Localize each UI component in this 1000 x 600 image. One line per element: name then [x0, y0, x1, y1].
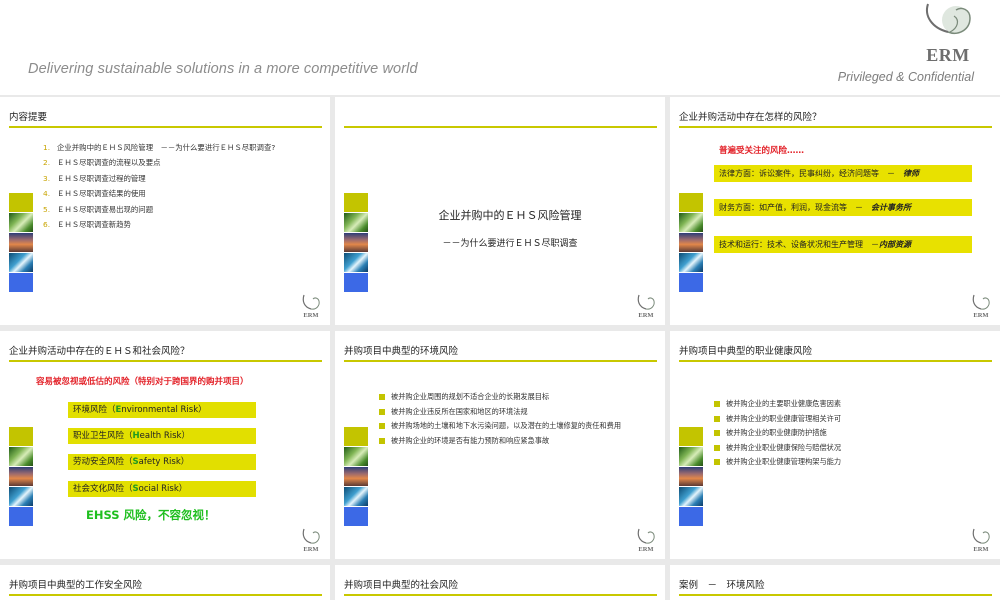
toc-item: 2. ＥＨＳ尽职调查的流程以及要点: [43, 158, 161, 168]
bullet-list: 被并购企业的主要职业健康危害因素 被并购企业的职业健康管理相关许可 被并购企业的…: [714, 399, 994, 472]
list-item: 被并购企业的职业健康管理相关许可: [714, 414, 994, 425]
erm-logo-icon: ERM: [970, 527, 992, 553]
slide-thumbnail-7[interactable]: 并购项目中典型的工作安全风险: [0, 565, 330, 600]
list-item: 被并购企业的环境是否有能力预防和响应紧急事故: [379, 436, 659, 447]
confidential-label: Privileged & Confidential: [837, 70, 974, 84]
photo-strip-icon: [344, 427, 368, 527]
list-item: 被并购场地的土壤和地下水污染问题，以及潜在的土壤修复的责任和费用: [379, 421, 659, 432]
slide-title: 企业并购活动中存在的ＥＨＳ和社会风险？: [9, 346, 190, 357]
risk-row: 法律方面：诉讼案件，民事纠纷，经济问题等 － 律师: [714, 165, 972, 182]
list-item: 被并购企业的职业健康防护措施: [714, 428, 994, 439]
erm-logo-icon: ERM: [300, 293, 322, 319]
risk-box: 社会文化风险（Social Risk）: [68, 481, 256, 497]
risk-box: 劳动安全风险（Safety Risk）: [68, 454, 256, 470]
photo-strip-icon: [344, 193, 368, 293]
list-item: 被并购企业违反所在国家和地区的环境法规: [379, 407, 659, 418]
title-divider: [679, 360, 992, 362]
slide-title: 企业并购活动中存在怎样的风险？: [679, 112, 822, 123]
slide-thumbnail-2[interactable]: 企业并购中的ＥＨＳ风险管理 －－为什么要进行ＥＨＳ尽职调查 ERM: [335, 97, 665, 325]
slide-thumbnail-8[interactable]: 并购项目中典型的社会风险: [335, 565, 665, 600]
risk-box: 环境风险（Environmental Risk）: [68, 402, 256, 418]
risk-heading: 普遍受关注的风险……: [719, 146, 805, 156]
toc-item: 6. ＥＨＳ尽职调查新趋势: [43, 219, 131, 229]
slide-thumbnail-4[interactable]: 企业并购活动中存在的ＥＨＳ和社会风险？ 容易被忽视或低估的风险（特别对于跨国界的…: [0, 331, 330, 559]
title-divider: [9, 360, 322, 362]
photo-strip-icon: [679, 427, 703, 527]
erm-logo-icon: ERM: [918, 2, 978, 66]
list-item: 被并购企业的主要职业健康危害因素: [714, 399, 994, 410]
toc-item: 5. ＥＨＳ尽职调查易出现的问题: [43, 204, 154, 214]
title-divider: [344, 594, 657, 596]
list-item: 被并购企业职业健康保险与赔偿状况: [714, 443, 994, 454]
title-divider: [679, 126, 992, 128]
toc-item: 4. ＥＨＳ尽职调查结果的使用: [43, 189, 146, 199]
toc-item: 1. 企业并购中的ＥＨＳ风险管理 －－为什么要进行ＥＨＳ尽职调查?: [43, 143, 276, 152]
risk-heading: 容易被忽视或低估的风险（特别对于跨国界的购并项目）: [36, 377, 249, 387]
section-title: 企业并购中的ＥＨＳ风险管理: [438, 209, 582, 222]
slide-title: 并购项目中典型的环境风险: [344, 346, 459, 357]
erm-logo-icon: ERM: [300, 527, 322, 553]
slide-title: 并购项目中典型的职业健康风险: [679, 346, 813, 357]
tagline: Delivering sustainable solutions in a mo…: [28, 61, 418, 77]
slide-thumbnail-6[interactable]: 并购项目中典型的职业健康风险 被并购企业的主要职业健康危害因素 被并购企业的职业…: [670, 331, 1000, 559]
erm-logo-icon: ERM: [970, 293, 992, 319]
slide-title: 案例 － 环境风险: [679, 580, 765, 591]
erm-logo-icon: ERM: [635, 527, 657, 553]
bullet-list: 被并购企业周围的规划不适合企业的长期发展目标 被并购企业违反所在国家和地区的环境…: [379, 392, 659, 450]
slide-title: 内容提要: [9, 112, 48, 123]
slide-thumbnail-3[interactable]: 企业并购活动中存在怎样的风险？ 普遍受关注的风险…… 法律方面：诉讼案件，民事纠…: [670, 97, 1000, 325]
title-divider: [344, 126, 657, 128]
toc-list: 1. 企业并购中的ＥＨＳ风险管理 －－为什么要进行ＥＨＳ尽职调查? 2. ＥＨＳ尽职…: [43, 142, 275, 234]
title-divider: [9, 126, 322, 128]
risk-box: 职业卫生风险（Health Risk）: [68, 428, 256, 444]
list-item: 被并购企业职业健康管理构架与能力: [714, 457, 994, 468]
photo-strip-icon: [679, 193, 703, 293]
toc-item: 3. ＥＨＳ尽职调查过程的管理: [43, 173, 146, 183]
section-subtitle: －－为什么要进行ＥＨＳ尽职调查: [442, 239, 578, 249]
title-divider: [344, 360, 657, 362]
title-divider: [679, 594, 992, 596]
risk-row: 财务方面：如产值，利润，现金流等 － 会计事务所: [714, 199, 972, 216]
slide-thumbnail-5[interactable]: 并购项目中典型的环境风险 被并购企业周围的规划不适合企业的长期发展目标 被并购企…: [335, 331, 665, 559]
title-divider: [9, 594, 322, 596]
slide-thumbnail-1[interactable]: 内容提要 1. 企业并购中的ＥＨＳ风险管理 －－为什么要进行ＥＨＳ尽职调查? 2.…: [0, 97, 330, 325]
ehss-callout: EHSS 风险，不容忽视！: [86, 508, 216, 522]
slide-thumbnail-9[interactable]: 案例 － 环境风险: [670, 565, 1000, 600]
risk-row: 技术和运行：技术、设备状况和生产管理 －内部资源: [714, 236, 972, 253]
photo-strip-icon: [9, 193, 33, 293]
photo-strip-icon: [9, 427, 33, 527]
presentation-header: Delivering sustainable solutions in a mo…: [0, 0, 1000, 95]
list-item: 被并购企业周围的规划不适合企业的长期发展目标: [379, 392, 659, 403]
erm-logo-icon: ERM: [635, 293, 657, 319]
logo-text: ERM: [926, 45, 970, 65]
slide-title: 并购项目中典型的社会风险: [344, 580, 459, 591]
slide-title: 并购项目中典型的工作安全风险: [9, 580, 143, 591]
